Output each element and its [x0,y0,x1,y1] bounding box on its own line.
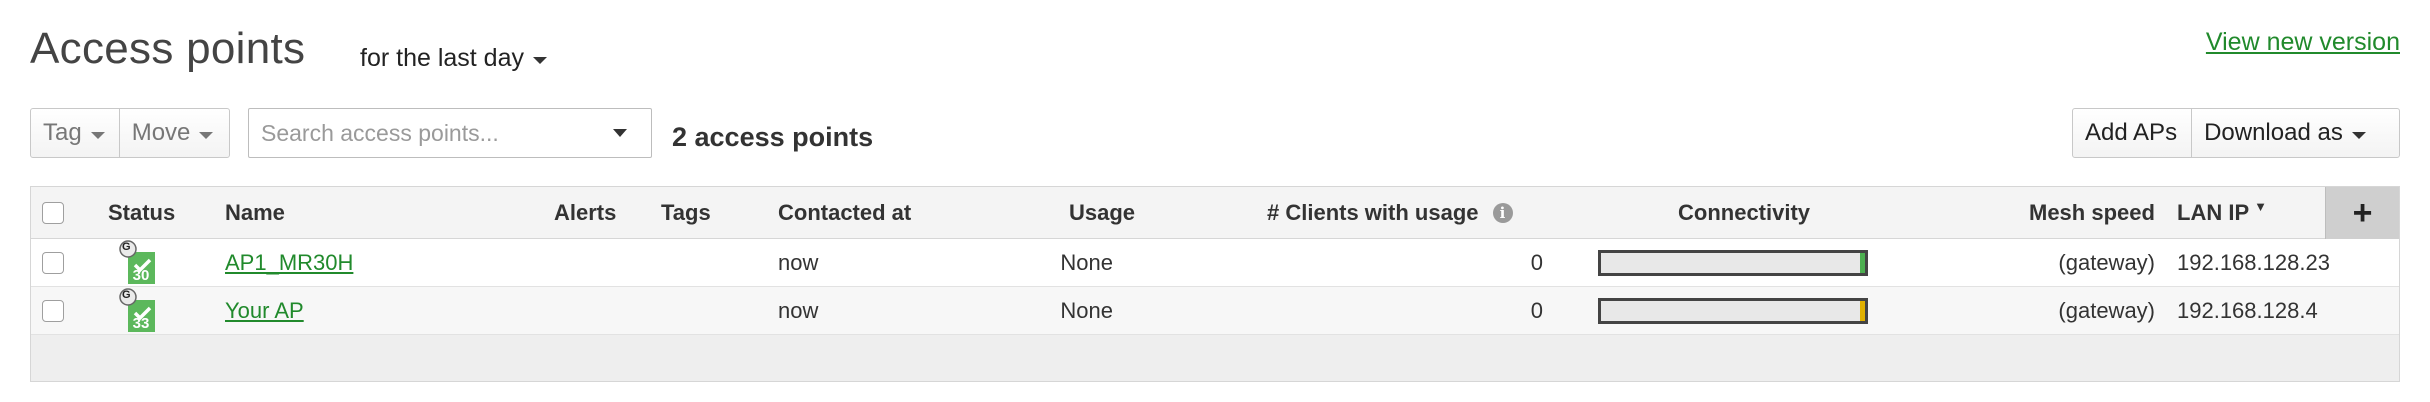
search-input[interactable] [249,118,613,148]
add-column-button[interactable]: + [2325,187,2399,239]
connectivity-cell [1598,239,1868,286]
search-dropdown-icon[interactable] [613,129,627,137]
table-row[interactable]: G 33 Your AP now None 0 (gateway) 192.16… [31,287,2399,335]
ap-name-cell: AP1_MR30H [225,239,353,286]
move-button[interactable]: Move [118,109,228,157]
row-checkbox[interactable] [42,251,64,274]
column-header-clients-label: # Clients with usage [1267,199,1479,225]
connectivity-cell [1598,287,1868,334]
chevron-down-icon [532,57,547,64]
usage-cell: None [1060,297,1113,323]
status-number: 30 [132,266,150,284]
page-title: Access points [30,24,306,73]
tag-button[interactable]: Tag [31,109,119,157]
connectivity-fill [1860,300,1865,321]
column-header-lan-ip[interactable]: LAN IP ▼ [2177,187,2267,238]
status-cell: G 33 [119,287,155,334]
search-container [248,108,652,158]
column-header-tags[interactable]: Tags [661,187,711,238]
timespan-dropdown[interactable]: for the last day [360,44,547,73]
table-row[interactable]: G 30 AP1_MR30H now None 0 (gateway) 192.… [31,239,2399,287]
contacted-at-cell: now [778,249,819,275]
table-footer [31,335,2399,381]
connectivity-bar[interactable] [1598,297,1868,324]
mesh-speed-cell: (gateway) [2058,297,2155,323]
timespan-label: for the last day [360,44,524,72]
column-header-usage[interactable]: Usage [1069,187,1135,238]
ap-status-icon[interactable]: G 33 [119,287,155,334]
column-header-clients[interactable]: # Clients with usage i [1267,187,1513,238]
status-cell: G 30 [119,239,155,286]
contacted-at-cell: now [778,297,819,323]
ap-name-link[interactable]: AP1_MR30H [225,250,353,276]
tag-move-button-group: Tag Move [30,108,230,158]
lan-ip-cell: 192.168.128.23 [2177,249,2330,275]
connectivity-fill [1860,252,1865,273]
lan-ip-cell: 192.168.128.4 [2177,297,2318,323]
view-new-version-link[interactable]: View new version [2206,28,2400,57]
row-select-cell [42,239,64,286]
column-header-lan-ip-label: LAN IP [2177,199,2250,225]
row-checkbox[interactable] [42,299,64,322]
move-button-label: Move [131,119,191,146]
clients-cell: 0 [1530,297,1543,323]
add-aps-button[interactable]: Add APs [2073,109,2191,157]
download-as-label: Download as [2204,119,2343,146]
access-point-count: 2 access points [672,122,874,152]
column-header-alerts[interactable]: Alerts [554,187,616,238]
table-header: Status Name Alerts Tags Contacted at Usa… [31,187,2399,239]
usage-cell: None [1060,249,1113,275]
chevron-down-icon [199,131,214,139]
info-icon[interactable]: i [1492,202,1513,223]
column-header-connectivity[interactable]: Connectivity [1678,187,1810,238]
add-download-button-group: Add APs Download as [2072,108,2400,158]
clients-cell: 0 [1530,249,1543,275]
row-select-cell [42,287,64,334]
select-all-checkbox[interactable] [42,201,64,224]
tag-button-label: Tag [43,119,82,146]
connectivity-bar[interactable] [1598,249,1868,276]
download-as-button[interactable]: Download as [2191,109,2380,157]
column-header-mesh-speed[interactable]: Mesh speed [2029,187,2155,238]
gateway-badge: G [122,240,131,253]
ap-status-icon[interactable]: G 30 [119,239,155,286]
column-header-status[interactable]: Status [108,187,175,238]
ap-name-cell: Your AP [225,287,304,334]
chevron-down-icon [2351,131,2366,139]
column-header-contacted-at[interactable]: Contacted at [778,187,911,238]
ap-name-link[interactable]: Your AP [225,298,304,324]
select-all-cell [42,187,64,238]
gateway-badge: G [122,288,131,301]
mesh-speed-cell: (gateway) [2058,249,2155,275]
add-aps-label: Add APs [2085,119,2178,146]
sort-desc-icon: ▼ [2254,199,2267,214]
access-points-table: Status Name Alerts Tags Contacted at Usa… [30,186,2400,382]
status-number: 33 [132,314,150,332]
column-header-name[interactable]: Name [225,187,285,238]
chevron-down-icon [90,131,105,139]
